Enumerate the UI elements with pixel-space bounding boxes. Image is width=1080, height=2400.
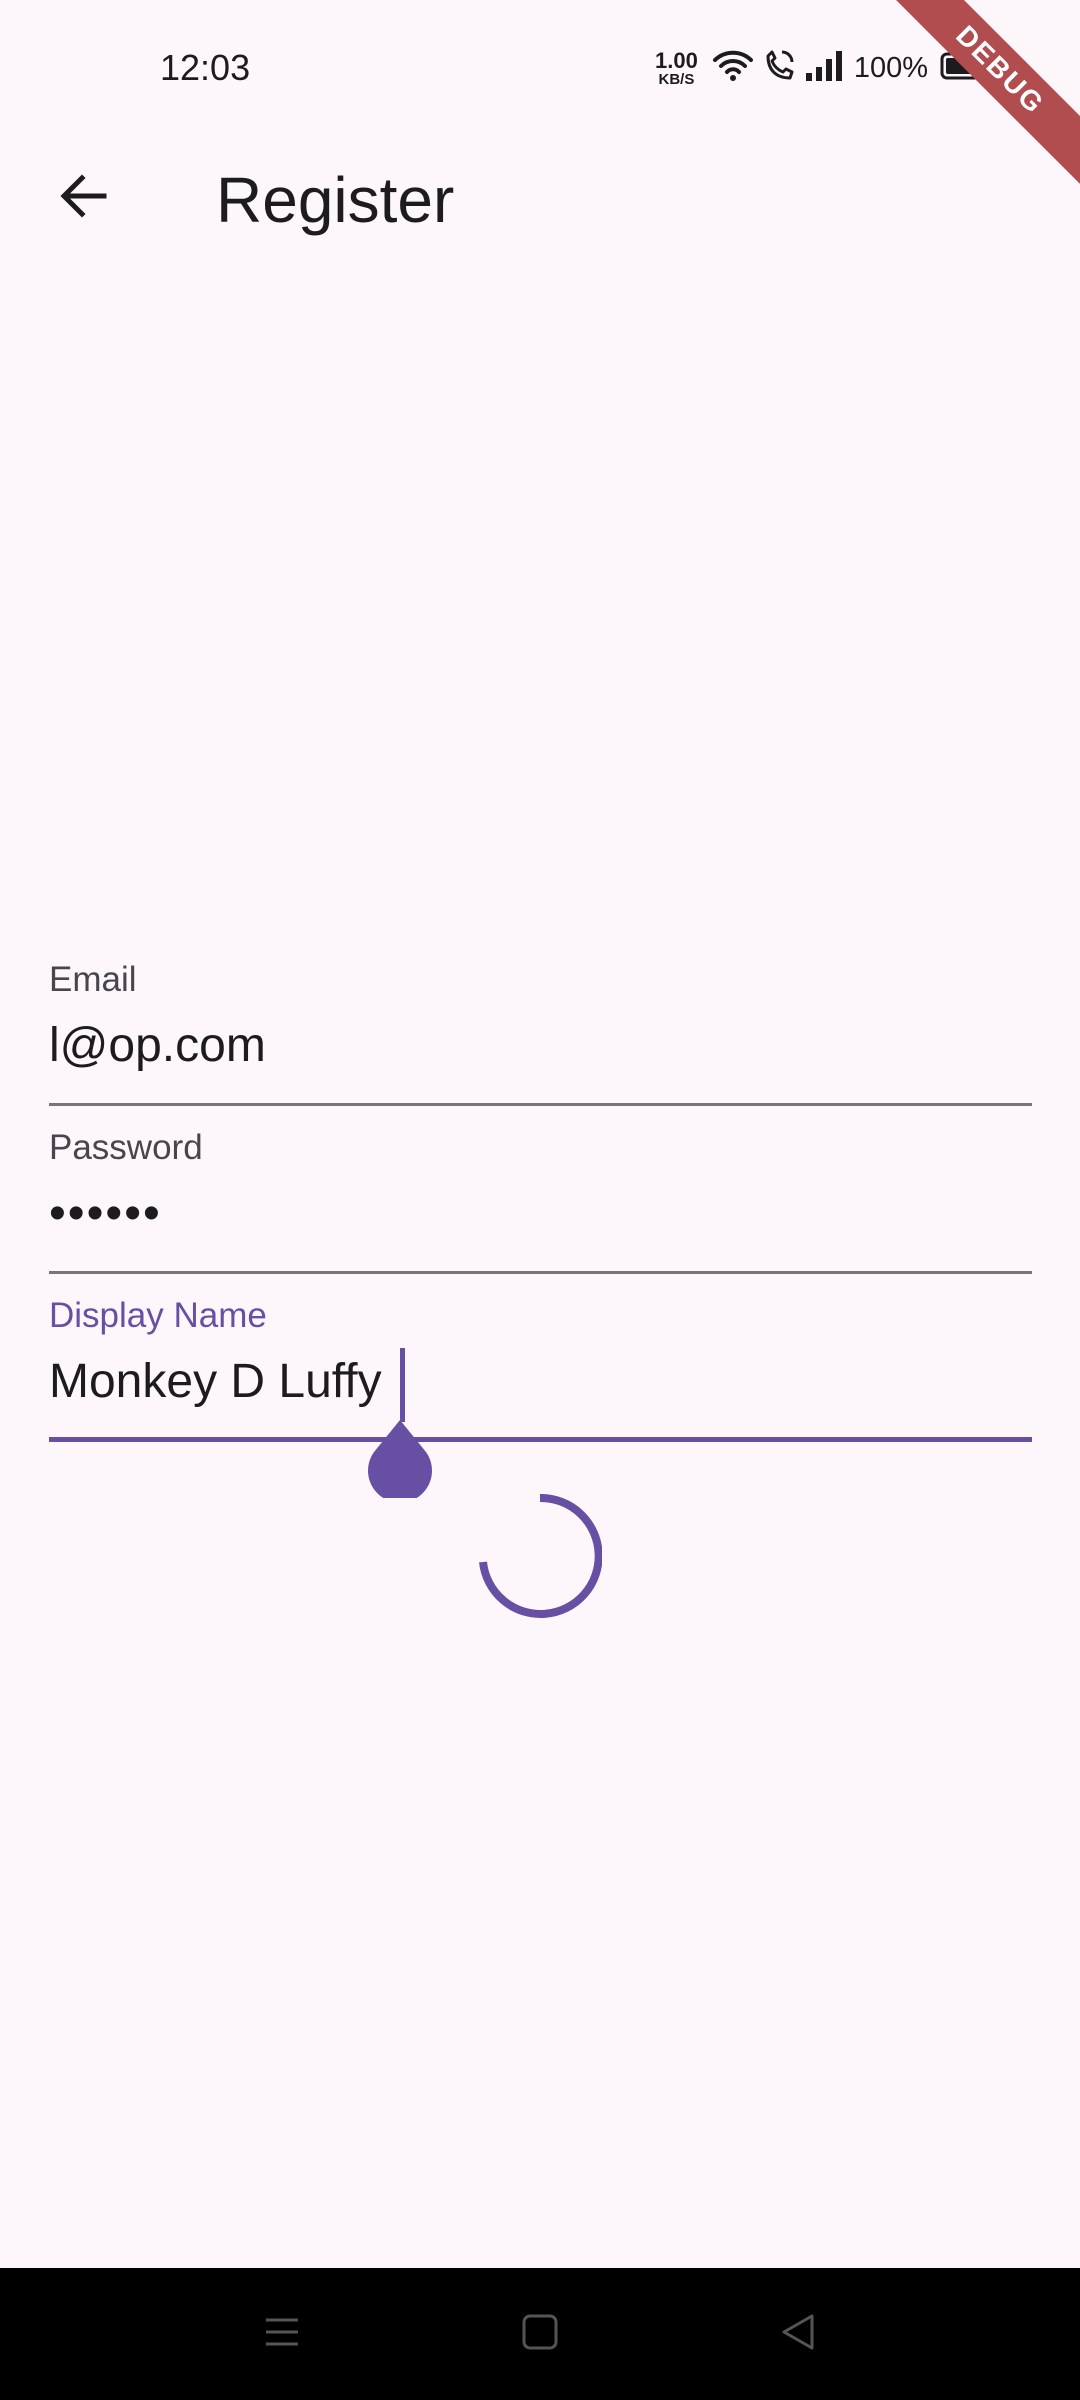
nav-menu-button[interactable] — [250, 2302, 314, 2366]
status-time: 12:03 — [160, 47, 251, 88]
password-underline — [49, 1271, 1032, 1274]
system-nav-bar — [0, 2268, 1080, 2400]
signal-icon — [804, 49, 844, 88]
password-value[interactable]: •••••• — [49, 1186, 162, 1241]
network-speed: 1.00 KB/S — [655, 47, 698, 88]
display-name-label: Display Name — [49, 1296, 267, 1335]
display-name-field[interactable]: Display Name Monkey D Luffy — [49, 1292, 1032, 1444]
home-icon — [520, 2312, 560, 2357]
email-underline — [49, 1103, 1032, 1106]
display-name-value[interactable]: Monkey D Luffy — [49, 1354, 382, 1409]
page-title: Register — [216, 164, 455, 236]
nav-home-button[interactable] — [508, 2302, 572, 2366]
nav-back-button[interactable] — [766, 2302, 830, 2366]
network-speed-value: 1.00 — [655, 47, 698, 73]
wifi-icon — [712, 48, 754, 89]
display-name-underline — [49, 1437, 1032, 1442]
email-label: Email — [49, 960, 137, 999]
password-field[interactable]: Password •••••• — [49, 1124, 1032, 1276]
battery-percent: 100% — [853, 51, 928, 84]
password-label: Password — [49, 1128, 203, 1167]
network-speed-unit: KB/S — [658, 70, 695, 88]
back-button[interactable] — [44, 162, 124, 234]
menu-icon — [262, 2312, 302, 2357]
arrow-back-icon — [56, 168, 112, 229]
text-cursor — [400, 1348, 405, 1422]
progress-spinner-icon — [478, 1493, 603, 1618]
debug-banner: DEBUG — [876, 0, 1080, 194]
status-icons: 1.00 KB/S 100% — [655, 44, 996, 92]
email-field[interactable]: Email l@op.com — [49, 956, 1032, 1108]
email-value[interactable]: l@op.com — [49, 1018, 266, 1073]
back-icon — [778, 2312, 818, 2357]
text-selection-handle[interactable] — [366, 1416, 434, 1503]
wifi-calling-icon — [762, 48, 796, 89]
